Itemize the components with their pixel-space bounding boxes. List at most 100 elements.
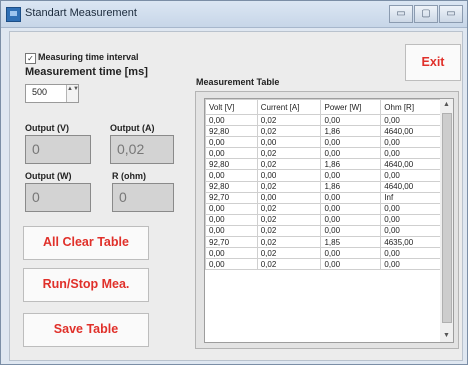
table-cell: 0,02 xyxy=(256,202,322,215)
scroll-up-icon[interactable]: ▲ xyxy=(440,99,453,111)
table-row[interactable]: 0,00 0,00 0,00 0,00 xyxy=(205,169,441,182)
table-cell: 0,00 xyxy=(205,202,258,215)
scroll-down-icon[interactable]: ▼ xyxy=(440,330,453,342)
output-power-field: 0 xyxy=(25,183,91,212)
table-cell: 0,00 xyxy=(380,202,441,215)
table-row[interactable]: 92,80 0,02 1,86 4640,00 xyxy=(205,125,441,138)
table-cell: 0,00 xyxy=(256,191,322,204)
table-cell: 0,00 xyxy=(380,247,441,260)
table-cell: 1,86 xyxy=(320,180,382,193)
resistance-label: R (ohm) xyxy=(112,171,146,181)
table-row[interactable]: 92,80 0,02 1,86 4640,00 xyxy=(205,158,441,171)
table-cell: 1,86 xyxy=(320,158,382,171)
output-current-label: Output (A) xyxy=(110,123,155,133)
table-cell: 92,80 xyxy=(205,180,258,193)
measurement-time-stepper[interactable]: 500 ▲▼ xyxy=(25,84,79,103)
table-cell: 0,00 xyxy=(205,213,258,226)
title-bar[interactable]: Standart Measurement ▭ ▢ ▭ xyxy=(1,1,467,28)
table-cell: 0,00 xyxy=(205,169,258,182)
table-cell: 0,00 xyxy=(205,147,258,160)
output-current-value: 0,02 xyxy=(117,141,145,157)
table-scrollbar[interactable]: ▲ ▼ xyxy=(440,98,454,343)
output-voltage-label: Output (V) xyxy=(25,123,69,133)
table-row[interactable]: 0,00 0,02 0,00 0,00 xyxy=(205,224,441,238)
table-column-header[interactable]: Power [W] xyxy=(320,99,382,115)
maximize-button[interactable]: ▢ xyxy=(414,5,438,23)
measuring-interval-label: Measuring time interval xyxy=(38,52,139,62)
table-row[interactable]: 92,70 0,00 0,00 Inf xyxy=(205,191,441,204)
spin-arrows-icon[interactable]: ▲▼ xyxy=(66,85,79,102)
table-cell: 0,02 xyxy=(256,213,322,226)
table-cell: 0,00 xyxy=(380,213,441,226)
measurement-table[interactable]: Volt [V] Current [A] Power [W] Ohm [R] 0,00… xyxy=(204,98,442,343)
table-cell: 0,00 xyxy=(256,169,322,182)
table-cell: 0,00 xyxy=(320,147,382,160)
table-cell: 0,00 xyxy=(320,258,382,271)
measurement-grid: Volt [V] Current [A] Power [W] Ohm [R] 0,00… xyxy=(205,99,441,271)
app-window: Standart Measurement ▭ ▢ ▭ ✓ Measuring t… xyxy=(0,0,468,365)
table-cell: 92,80 xyxy=(205,158,258,171)
table-cell: 1,86 xyxy=(320,125,382,138)
table-cell: 0,02 xyxy=(256,180,322,193)
table-cell: 0,00 xyxy=(205,113,258,127)
measurement-table-title: Measurement Table xyxy=(196,77,280,87)
exit-button[interactable]: Exit xyxy=(405,44,461,81)
table-cell: 0,02 xyxy=(256,247,322,260)
table-cell: 92,70 xyxy=(205,191,258,204)
window-title: Standart Measurement xyxy=(25,7,137,19)
output-current-field: 0,02 xyxy=(110,135,174,164)
measurement-time-label: Measurement time [ms] xyxy=(25,66,148,78)
output-voltage-value: 0 xyxy=(32,141,40,157)
all-clear-table-button[interactable]: All Clear Table xyxy=(23,226,149,260)
table-cell: 0,02 xyxy=(256,236,322,249)
table-cell: 0,00 xyxy=(320,113,382,127)
table-cell: 0,00 xyxy=(380,169,441,182)
minimize-button[interactable]: ▭ xyxy=(389,5,413,23)
table-row[interactable]: 0,00 0,02 0,00 0,00 xyxy=(205,113,441,127)
table-row[interactable]: 0,00 0,02 0,00 0,00 xyxy=(205,147,441,160)
table-cell: 0,00 xyxy=(320,191,382,204)
table-row[interactable]: 92,80 0,02 1,86 4640,00 xyxy=(205,180,441,193)
table-row[interactable]: 0,00 0,02 0,00 0,00 xyxy=(205,258,441,271)
table-row[interactable]: 92,70 0,02 1,85 4635,00 xyxy=(205,236,441,249)
table-cell: 0,00 xyxy=(380,113,441,127)
table-column-header[interactable]: Volt [V] xyxy=(205,99,258,115)
measurement-time-value: 500 xyxy=(32,87,48,97)
table-cell: 0,02 xyxy=(256,113,322,127)
table-row[interactable]: 0,00 0,02 0,00 0,00 xyxy=(205,202,441,215)
table-cell: 0,00 xyxy=(320,169,382,182)
table-cell: 0,00 xyxy=(380,136,441,149)
table-row[interactable]: 0,00 0,02 0,00 0,00 xyxy=(205,247,441,260)
table-cell: 0,00 xyxy=(320,136,382,149)
table-column-header[interactable]: Ohm [R] xyxy=(380,99,441,115)
table-cell: 0,00 xyxy=(205,136,258,149)
table-cell: 0,02 xyxy=(256,258,322,271)
scroll-thumb[interactable] xyxy=(442,113,452,323)
resistance-value: 0 xyxy=(119,189,127,205)
measuring-interval-checkbox[interactable]: ✓ xyxy=(25,53,36,64)
output-voltage-field: 0 xyxy=(25,135,91,164)
table-cell: 0,00 xyxy=(380,147,441,160)
app-icon xyxy=(6,7,21,22)
table-cell: 4640,00 xyxy=(380,158,441,171)
table-cell: 4640,00 xyxy=(380,125,441,138)
table-cell: 0,00 xyxy=(320,247,382,260)
table-column-header[interactable]: Current [A] xyxy=(256,99,322,115)
table-cell: 0,02 xyxy=(256,158,322,171)
resistance-field: 0 xyxy=(112,183,174,212)
table-cell: 0,00 xyxy=(320,213,382,226)
table-header-row: Volt [V] Current [A] Power [W] Ohm [R] xyxy=(205,99,441,115)
table-cell: 0,00 xyxy=(380,224,441,238)
output-power-value: 0 xyxy=(32,189,40,205)
table-cell: 4640,00 xyxy=(380,180,441,193)
table-cell: 0,00 xyxy=(320,202,382,215)
table-cell: 0,02 xyxy=(256,224,322,238)
table-row[interactable]: 0,00 0,02 0,00 0,00 xyxy=(205,213,441,226)
table-cell: 0,00 xyxy=(205,247,258,260)
save-table-button[interactable]: Save Table xyxy=(23,313,149,347)
run-stop-button[interactable]: Run/Stop Mea. xyxy=(23,268,149,302)
output-power-label: Output (W) xyxy=(25,171,72,181)
close-button[interactable]: ▭ xyxy=(439,5,463,23)
table-cell: Inf xyxy=(380,191,441,204)
table-row[interactable]: 0,00 0,00 0,00 0,00 xyxy=(205,136,441,149)
